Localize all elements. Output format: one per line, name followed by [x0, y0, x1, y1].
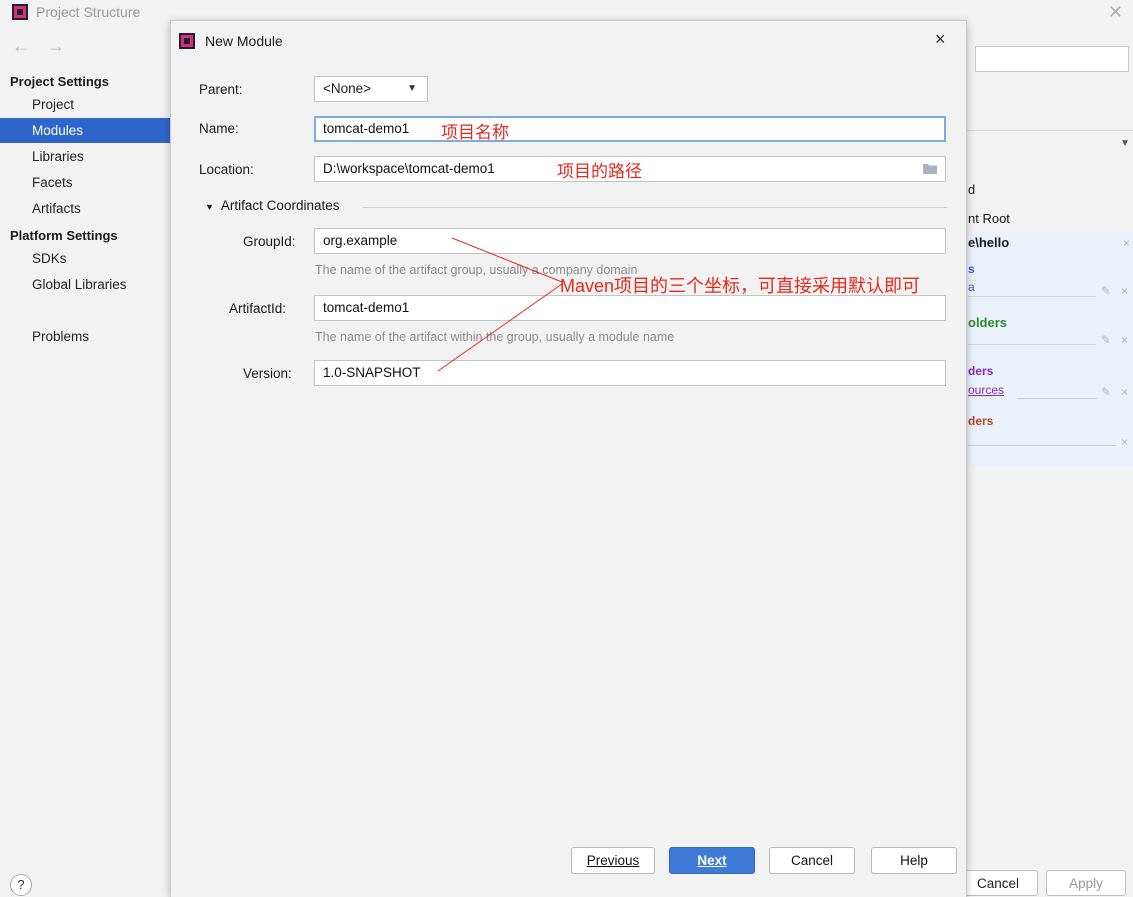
annotation-lines: [437, 237, 563, 372]
annotation-maven-coordinates: Maven项目的三个坐标，可直接采用默认即可: [560, 276, 921, 296]
